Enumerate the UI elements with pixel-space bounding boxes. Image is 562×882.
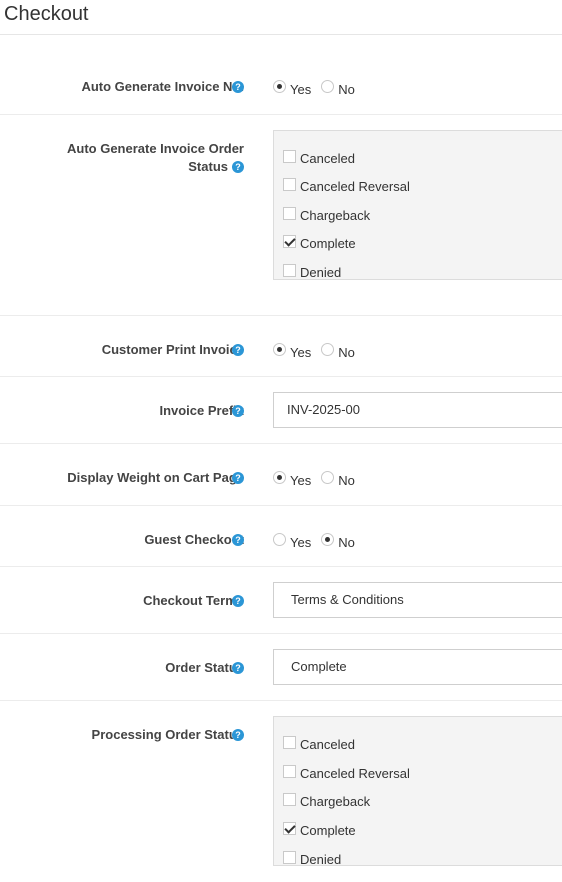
checkbox[interactable]	[283, 793, 296, 806]
checklist-item[interactable]: Denied	[283, 264, 342, 280]
checkbox-label: Canceled Reversal	[300, 179, 410, 194]
display-weight-no-option[interactable]: No	[321, 470, 355, 488]
checklist-item[interactable]: Canceled Reversal	[283, 765, 410, 781]
auto-invoice-no-radio-group: Yes No	[273, 79, 365, 99]
radio-yes-label: Yes	[290, 472, 312, 488]
processing-order-status-label: Processing Order Status	[91, 727, 244, 742]
customer-print-invoice-radio-group: Yes No	[273, 342, 365, 362]
customer-print-invoice-yes-option[interactable]: Yes	[273, 342, 312, 360]
checkbox-label: Canceled Reversal	[300, 766, 410, 781]
display-weight-label: Display Weight on Cart Page	[67, 470, 244, 485]
checkbox[interactable]	[283, 150, 296, 163]
checklist-item[interactable]: Chargeback	[283, 207, 371, 223]
divider	[0, 376, 562, 377]
radio-yes[interactable]	[273, 470, 286, 484]
help-icon[interactable]: ?	[232, 595, 244, 607]
processing-order-status-checklist[interactable]: Canceled Canceled Reversal Chargeback Co…	[273, 716, 562, 866]
customer-print-invoice-label: Customer Print Invoice	[101, 342, 244, 357]
divider	[0, 315, 562, 316]
auto-invoice-no-no-option[interactable]: No	[321, 79, 355, 97]
label-line-1: Auto Generate Invoice Order	[67, 141, 244, 156]
auto-invoice-order-status-label: Auto Generate Invoice Order Status	[67, 140, 244, 176]
checklist-item[interactable]: Canceled	[283, 736, 355, 752]
title-divider	[0, 34, 562, 35]
help-icon[interactable]: ?	[232, 662, 244, 674]
checkout-terms-select[interactable]: Terms & Conditions	[273, 582, 562, 618]
help-icon[interactable]: ?	[232, 405, 244, 417]
checkbox-label: Denied	[300, 852, 342, 866]
checkbox-checked[interactable]	[283, 235, 296, 248]
checkbox[interactable]	[283, 264, 296, 277]
guest-checkout-yes-option[interactable]: Yes	[273, 532, 312, 550]
checkbox-checked[interactable]	[283, 822, 296, 835]
help-icon[interactable]: ?	[232, 472, 244, 484]
page-title: Checkout	[4, 3, 89, 25]
checkbox-label: Canceled	[300, 737, 355, 752]
radio-yes-label: Yes	[290, 534, 312, 550]
checkbox-label: Complete	[300, 823, 356, 838]
radio-no[interactable]	[321, 342, 335, 356]
divider	[0, 505, 562, 506]
radio-yes[interactable]	[273, 342, 286, 356]
checkbox-label: Chargeback	[300, 208, 371, 223]
guest-checkout-no-option[interactable]: No	[321, 532, 355, 550]
radio-no[interactable]	[321, 79, 335, 93]
help-icon[interactable]: ?	[232, 161, 244, 173]
checklist-item[interactable]: Canceled	[283, 150, 355, 166]
radio-no-label: No	[338, 534, 355, 550]
invoice-prefix-input[interactable]: INV-2025-00	[273, 392, 562, 428]
customer-print-invoice-no-option[interactable]: No	[321, 342, 355, 360]
checkbox[interactable]	[283, 851, 296, 864]
checklist-item[interactable]: Chargeback	[283, 793, 371, 809]
radio-yes[interactable]	[273, 532, 286, 546]
checkbox[interactable]	[283, 736, 296, 749]
radio-no-label: No	[338, 344, 355, 360]
checkbox-label: Complete	[300, 236, 356, 251]
display-weight-yes-option[interactable]: Yes	[273, 470, 312, 488]
checkbox-label: Canceled	[300, 151, 355, 166]
radio-no-label: No	[338, 81, 355, 97]
divider	[0, 566, 562, 567]
divider	[0, 633, 562, 634]
display-weight-radio-group: Yes No	[273, 470, 365, 490]
checkout-terms-label: Checkout Terms	[143, 593, 244, 608]
divider	[0, 700, 562, 701]
auto-invoice-order-status-checklist[interactable]: Canceled Canceled Reversal Chargeback Co…	[273, 130, 562, 280]
help-icon[interactable]: ?	[232, 81, 244, 93]
guest-checkout-radio-group: Yes No	[273, 532, 365, 552]
checklist-item[interactable]: Complete	[283, 235, 356, 251]
guest-checkout-label: Guest Checkout	[144, 532, 244, 547]
label-line-2: Status	[188, 159, 228, 174]
checklist-item[interactable]: Canceled Reversal	[283, 178, 410, 194]
checkbox-label: Denied	[300, 265, 342, 280]
help-icon[interactable]: ?	[232, 534, 244, 546]
radio-no[interactable]	[321, 470, 335, 484]
auto-invoice-no-label: Auto Generate Invoice No.	[81, 79, 244, 94]
auto-invoice-no-yes-option[interactable]: Yes	[273, 79, 312, 97]
checkbox-label: Chargeback	[300, 794, 371, 809]
radio-no-label: No	[338, 472, 355, 488]
divider	[0, 443, 562, 444]
help-icon[interactable]: ?	[232, 344, 244, 356]
checkbox[interactable]	[283, 765, 296, 778]
radio-yes-label: Yes	[290, 344, 312, 360]
help-icon[interactable]: ?	[232, 729, 244, 741]
radio-yes-label: Yes	[290, 81, 312, 97]
divider	[0, 114, 562, 115]
checklist-item[interactable]: Denied	[283, 851, 342, 866]
checkbox[interactable]	[283, 178, 296, 191]
order-status-select[interactable]: Complete	[273, 649, 562, 685]
radio-yes[interactable]	[273, 79, 286, 93]
radio-no[interactable]	[321, 532, 335, 546]
checklist-item[interactable]: Complete	[283, 822, 356, 838]
checkbox[interactable]	[283, 207, 296, 220]
